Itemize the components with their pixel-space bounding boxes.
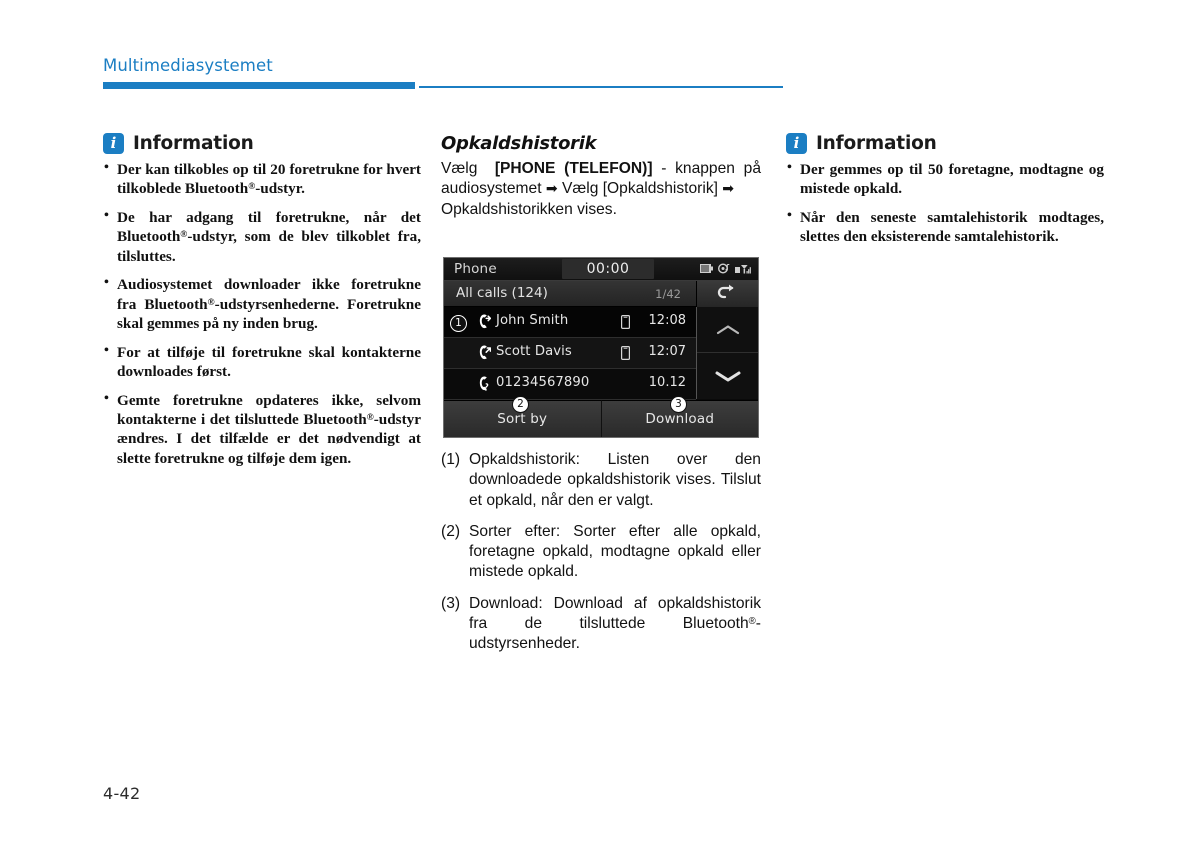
left-bullet-list: Der kan tilkobles op til 20 foretrukne f… <box>103 159 421 469</box>
device-status-bar: Phone 00:00 <box>444 258 758 281</box>
missed-call-icon <box>479 376 489 391</box>
chevron-up-icon <box>716 324 740 334</box>
callout-badge-2: 2 <box>512 396 529 413</box>
list-item: Når den seneste samtalehistorik modtages… <box>786 207 1104 247</box>
device-clock: 00:00 <box>586 261 630 277</box>
device-call-list: John Smith 12:08 Scott Davis 12:07 01234… <box>444 307 696 400</box>
scroll-up-button[interactable] <box>697 307 758 353</box>
header-rule-thin <box>419 86 783 88</box>
row-time: 10.12 <box>648 375 686 390</box>
information-label: Information <box>133 133 254 154</box>
device-list-title: All calls (124) <box>456 285 548 301</box>
running-header: Multimediasystemet <box>103 56 1103 90</box>
audio-icon <box>718 263 730 274</box>
right-column: i Information Der gemmes op til 50 foret… <box>786 133 1104 247</box>
section-intro-last-line: Opkaldshistorikken vises. <box>441 200 617 218</box>
device-back-button[interactable] <box>696 281 758 307</box>
outgoing-call-icon <box>479 314 491 329</box>
scroll-down-button[interactable] <box>697 353 758 398</box>
row-name: Scott Davis <box>496 344 572 359</box>
back-arrow-icon <box>717 284 734 299</box>
row-time: 12:08 <box>648 313 686 328</box>
arrow-icon: ➡ <box>545 181 558 198</box>
device-app-name: Phone <box>454 261 497 277</box>
section-title: Opkaldshistorik <box>441 133 597 154</box>
list-item: Der gemmes op til 50 foretagne, modtagne… <box>786 159 1104 199</box>
right-bullet-list: Der gemmes op til 50 foretagne, modtagne… <box>786 159 1104 247</box>
item-text: Download: Download af opkaldshistorik fr… <box>469 594 761 653</box>
list-item: Gemte foretrukne opdateres ikke, selvom … <box>103 390 421 469</box>
row-name: 01234567890 <box>496 375 590 390</box>
information-heading-right: i Information <box>786 133 1104 154</box>
list-item: (3) Download: Download af opkaldshistori… <box>441 594 761 655</box>
callout-badge-3: 3 <box>670 396 687 413</box>
info-icon: i <box>103 133 124 154</box>
table-row[interactable]: John Smith 12:08 <box>444 307 696 338</box>
list-item: Audiosystemet downloader ikke foretrukne… <box>103 274 421 333</box>
item-number: (2) <box>441 522 461 540</box>
callout-badge-1: 1 <box>450 315 467 332</box>
table-row[interactable]: 01234567890 10.12 <box>444 369 696 400</box>
battery-icon <box>700 264 713 273</box>
item-number: (3) <box>441 594 461 612</box>
numbered-explanation-list: (1) Opkaldshistorik: Listen over den dow… <box>441 450 761 654</box>
device-scrollbar[interactable] <box>696 307 758 399</box>
mobile-phone-icon <box>621 346 630 360</box>
manual-page: Multimediasystemet i Information Der kan… <box>0 0 1200 859</box>
middle-column: Opkaldshistorik Vælg [PHONE (TELEFON)] -… <box>441 133 761 220</box>
information-label: Information <box>816 133 937 154</box>
item-number: (1) <box>441 451 461 468</box>
item-text: Opkaldshistorik: Listen over den downloa… <box>469 451 761 509</box>
outgoing-call-icon <box>479 345 491 360</box>
section-intro-text: Vælg [PHONE (TELEFON)] - knappen på audi… <box>441 159 761 220</box>
device-footer-bar: Sort by Download <box>444 400 758 437</box>
page-number: 4-42 <box>103 784 141 803</box>
device-clock-container: 00:00 <box>562 259 654 279</box>
mobile-phone-icon <box>621 315 630 329</box>
row-name: John Smith <box>496 313 569 328</box>
signal-icon <box>735 264 751 273</box>
information-heading-left: i Information <box>103 133 421 154</box>
row-time: 12:07 <box>648 344 686 359</box>
page-title: Multimediasystemet <box>103 56 273 75</box>
chevron-down-icon <box>715 371 741 381</box>
list-item: De har adgang til foretrukne, når det Bl… <box>103 207 421 266</box>
item-text: Sorter efter: Sorter efter alle opkald, … <box>469 522 761 581</box>
list-item: For at tilføje til foretrukne skal konta… <box>103 342 421 382</box>
list-item: (1) Opkaldshistorik: Listen over den dow… <box>441 450 761 511</box>
header-rule-thick <box>103 82 415 89</box>
list-item: (2) Sorter efter: Sorter efter alle opka… <box>441 522 761 583</box>
device-sub-bar: All calls (124) 1/42 <box>444 281 758 307</box>
left-column: i Information Der kan tilkobles op til 2… <box>103 133 421 468</box>
arrow-icon: ➡ <box>722 181 735 198</box>
device-screenshot: Phone 00:00 All calls (124) 1/42 John Sm… <box>443 257 759 438</box>
table-row[interactable]: Scott Davis 12:07 <box>444 338 696 369</box>
device-page-index: 1/42 <box>655 287 681 301</box>
info-icon: i <box>786 133 807 154</box>
list-item: Der kan tilkobles op til 20 foretrukne f… <box>103 159 421 199</box>
device-status-icon-group <box>700 263 751 274</box>
